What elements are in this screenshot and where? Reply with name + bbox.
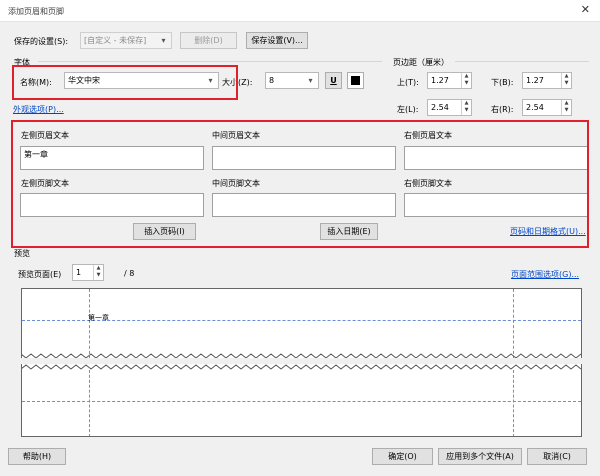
ok-button[interactable]: 确定(O) <box>372 448 433 465</box>
insert-page-number-button[interactable]: 插入页码(I) <box>133 223 196 240</box>
save-settings-button[interactable]: 保存设置(V)... <box>246 32 308 49</box>
margin-guide-right <box>513 289 514 358</box>
preview-group-title: 预览 <box>14 249 30 258</box>
delete-button[interactable]: 删除(D) <box>180 32 237 49</box>
font-size-select[interactable]: 8 ▾ <box>265 72 319 89</box>
window-title: 添加页眉和页脚 <box>8 7 64 16</box>
font-name-value: 华文中宋 <box>68 76 100 85</box>
center-header-label: 中间页眉文本 <box>212 131 260 140</box>
margin-top-value: 1.27 <box>431 76 449 85</box>
margin-top-stepper[interactable]: 1.27 ▲ ▼ <box>427 72 472 89</box>
chevron-down-icon: ▾ <box>161 36 166 45</box>
margin-bottom-label: 下(B): <box>491 78 514 87</box>
margins-group-title: 页边距（厘米） <box>393 58 449 67</box>
center-header-input[interactable] <box>212 146 396 170</box>
insert-date-button[interactable]: 插入日期(E) <box>320 223 378 240</box>
spin-arrows-icon[interactable]: ▲ ▼ <box>461 73 471 88</box>
right-footer-label: 右侧页脚文本 <box>404 179 452 188</box>
color-swatch-icon <box>351 76 360 85</box>
center-footer-input[interactable] <box>212 193 396 217</box>
highlight-box-fields <box>11 120 589 248</box>
font-name-select[interactable]: 华文中宋 ▾ <box>64 72 219 89</box>
font-group-title: 字体 <box>14 58 30 67</box>
margin-bottom-value: 1.27 <box>526 76 544 85</box>
page-date-format-link[interactable]: 页码和日期格式(U)... <box>510 226 586 237</box>
appearance-options-link[interactable]: 外观选项(P)... <box>13 104 64 115</box>
margin-left-value: 2.54 <box>431 103 449 112</box>
margin-right-label: 右(R): <box>491 105 514 114</box>
preview-page-top: 第一章 <box>21 288 582 358</box>
center-footer-label: 中间页脚文本 <box>212 179 260 188</box>
font-size-value: 8 <box>269 76 275 85</box>
margin-guide-left-bottom <box>89 370 90 436</box>
font-name-label: 名称(M): <box>20 78 52 87</box>
margin-guide-left <box>89 289 90 358</box>
preview-page-value: 1 <box>76 268 82 277</box>
font-size-label: 大小(Z): <box>222 78 253 87</box>
chevron-down-icon: ▾ <box>208 76 213 85</box>
apply-multiple-files-button[interactable]: 应用到多个文件(A) <box>438 448 522 465</box>
close-icon[interactable]: ✕ <box>581 4 590 16</box>
font-color-button[interactable] <box>347 72 364 89</box>
spin-arrows-icon[interactable]: ▲ ▼ <box>561 73 571 88</box>
left-header-value: 第一章 <box>24 150 48 159</box>
margin-right-value: 2.54 <box>526 103 544 112</box>
saved-settings-label: 保存的设置(S): <box>14 37 69 46</box>
right-header-label: 右侧页眉文本 <box>404 131 452 140</box>
spin-arrows-icon[interactable]: ▲ ▼ <box>461 100 471 115</box>
preview-page-label: 预览页面(E) <box>18 270 62 279</box>
page-range-options-link[interactable]: 页面范围选项(G)... <box>511 269 579 280</box>
margins-group-divider <box>455 61 589 62</box>
left-footer-input[interactable] <box>20 193 204 217</box>
saved-settings-value: [自定义 - 未保存] <box>84 36 147 45</box>
margin-left-stepper[interactable]: 2.54 ▲ ▼ <box>427 99 472 116</box>
saved-settings-select[interactable]: [自定义 - 未保存] ▾ <box>80 32 172 49</box>
margin-guide-right-bottom <box>513 370 514 436</box>
margin-guide-bottom <box>22 401 581 402</box>
font-group-divider <box>38 61 382 62</box>
preview-header-text: 第一章 <box>88 314 109 322</box>
left-footer-label: 左侧页脚文本 <box>21 179 69 188</box>
torn-edge-bottom <box>22 353 581 358</box>
preview-page-bottom <box>21 364 582 437</box>
left-header-input[interactable]: 第一章 <box>20 146 204 170</box>
cancel-button[interactable]: 取消(C) <box>527 448 587 465</box>
left-header-label: 左侧页眉文本 <box>21 131 69 140</box>
margin-top-label: 上(T): <box>397 78 419 87</box>
chevron-down-icon: ▾ <box>308 76 313 85</box>
right-header-input[interactable] <box>404 146 588 170</box>
preview-page-stepper[interactable]: 1 ▲ ▼ <box>72 264 104 281</box>
preview-page-total: / 8 <box>124 269 135 278</box>
underline-button[interactable]: U <box>325 72 342 89</box>
margin-right-stepper[interactable]: 2.54 ▲ ▼ <box>522 99 572 116</box>
margin-left-label: 左(L): <box>397 105 419 114</box>
spin-arrows-icon[interactable]: ▲ ▼ <box>93 265 103 280</box>
right-footer-input[interactable] <box>404 193 588 217</box>
torn-edge-top <box>22 364 581 370</box>
margin-bottom-stepper[interactable]: 1.27 ▲ ▼ <box>522 72 572 89</box>
title-bar: 添加页眉和页脚 ✕ <box>0 0 600 22</box>
spin-arrows-icon[interactable]: ▲ ▼ <box>561 100 571 115</box>
help-button[interactable]: 帮助(H) <box>8 448 66 465</box>
